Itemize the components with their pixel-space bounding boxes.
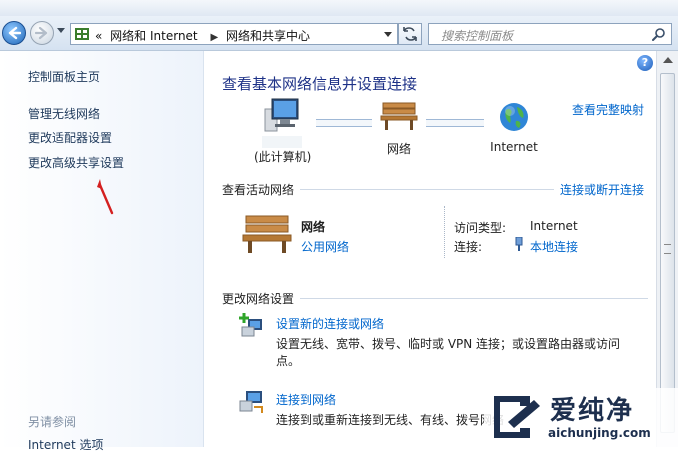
setup-new-connection-link[interactable]: 设置新的连接或网络 [276, 315, 384, 332]
section-divider [300, 189, 554, 190]
view-full-map-link[interactable]: 查看完整映射 [572, 101, 644, 118]
back-button[interactable] [2, 21, 26, 45]
watermark: 爱纯净 aichunjing.com [484, 388, 678, 447]
forward-arrow-icon [35, 26, 48, 40]
network-type-link[interactable]: 公用网络 [301, 238, 349, 255]
breadcrumb-root-chevron[interactable]: « [95, 29, 102, 43]
refresh-icon [403, 27, 417, 41]
map-connector-line [426, 119, 484, 127]
access-type-value: Internet [530, 219, 578, 233]
new-connection-icon [239, 313, 262, 337]
watermark-brand: 爱纯净 [550, 396, 635, 426]
map-node-label: 网络 [386, 142, 411, 156]
search-input[interactable]: 搜索控制面板 [441, 27, 513, 44]
sidebar-item-advanced-sharing[interactable]: 更改高级共享设置 [28, 154, 124, 171]
sidebar-item-control-panel-home[interactable]: 控制面板主页 [28, 68, 100, 85]
sidebar-item-adapter-settings[interactable]: 更改适配器设置 [28, 129, 112, 146]
window-top-strip [0, 0, 678, 16]
search-icon[interactable] [652, 27, 666, 41]
forward-button[interactable] [30, 21, 54, 45]
computer-icon [264, 98, 299, 132]
help-icon[interactable]: ? [637, 55, 653, 71]
active-network-name: 网络 [301, 220, 326, 234]
back-arrow-icon [8, 26, 21, 40]
page-title: 查看基本网络信息并设置连接 [222, 75, 418, 93]
connect-network-icon [239, 391, 263, 413]
recent-pages-dropdown[interactable] [57, 28, 65, 33]
map-node-network[interactable]: 网络 [376, 101, 422, 157]
network-folder-icon [75, 28, 89, 40]
see-also-label: 另请参阅 [28, 415, 77, 429]
bench-icon [242, 215, 292, 253]
map-node-label: (此计算机) [254, 150, 312, 164]
scroll-up-arrow-icon[interactable] [663, 57, 673, 63]
sidebar-item-manage-wireless[interactable]: 管理无线网络 [28, 105, 100, 122]
address-dropdown-button[interactable] [384, 32, 392, 37]
breadcrumb: « 网络和 Internet ▶ 网络和共享中心 [95, 27, 314, 44]
connect-to-network-link[interactable]: 连接到网络 [276, 391, 336, 408]
sidebar: 控制面板主页 管理无线网络 更改适配器设置 更改高级共享设置 另请参阅 Inte… [0, 51, 204, 452]
address-bar[interactable]: « 网络和 Internet ▶ 网络和共享中心 [70, 23, 398, 45]
connect-or-disconnect-link[interactable]: 连接或断开连接 [560, 181, 644, 198]
setup-new-connection-desc: 设置无线、宽带、拨号、临时或 VPN 连接；或设置路由器或访问点。 [276, 337, 621, 368]
search-box[interactable]: 搜索控制面板 [428, 23, 672, 45]
navigation-toolbar: « 网络和 Internet ▶ 网络和共享中心 搜索控制面板 [0, 16, 678, 51]
map-node-label: Internet [490, 140, 538, 154]
map-node-computer[interactable]: (此计算机) [254, 95, 312, 165]
local-connection-link[interactable]: 本地连接 [530, 238, 578, 255]
watermark-url: aichunjing.com [548, 426, 651, 440]
access-type-label: 访问类型: [454, 221, 507, 235]
watermark-logo-icon [494, 396, 540, 438]
globe-icon [500, 103, 528, 131]
breadcrumb-sharing-center[interactable]: 网络和共享中心 [226, 29, 310, 43]
vertical-divider [444, 206, 446, 258]
sidebar-item-internet-options[interactable]: Internet 选项 [28, 436, 103, 453]
breadcrumb-network-internet[interactable]: 网络和 Internet [110, 29, 197, 43]
scrollbar-thumb[interactable] [660, 73, 675, 433]
map-node-internet[interactable]: Internet [486, 101, 542, 154]
annotation-arrow-icon [97, 179, 114, 215]
scrollbar-grip-icon [664, 244, 671, 254]
blurred-computer-name [262, 136, 302, 148]
section-divider [300, 298, 648, 299]
bench-icon [380, 102, 418, 130]
breadcrumb-separator-icon[interactable]: ▶ [210, 32, 218, 43]
ethernet-plug-icon [515, 237, 523, 251]
section-heading-change-settings: 更改网络设置 [222, 292, 295, 306]
refresh-button[interactable] [398, 23, 422, 45]
connection-label: 连接: [454, 240, 483, 254]
map-connector-line [316, 119, 372, 127]
section-heading-active-networks: 查看活动网络 [222, 183, 295, 197]
